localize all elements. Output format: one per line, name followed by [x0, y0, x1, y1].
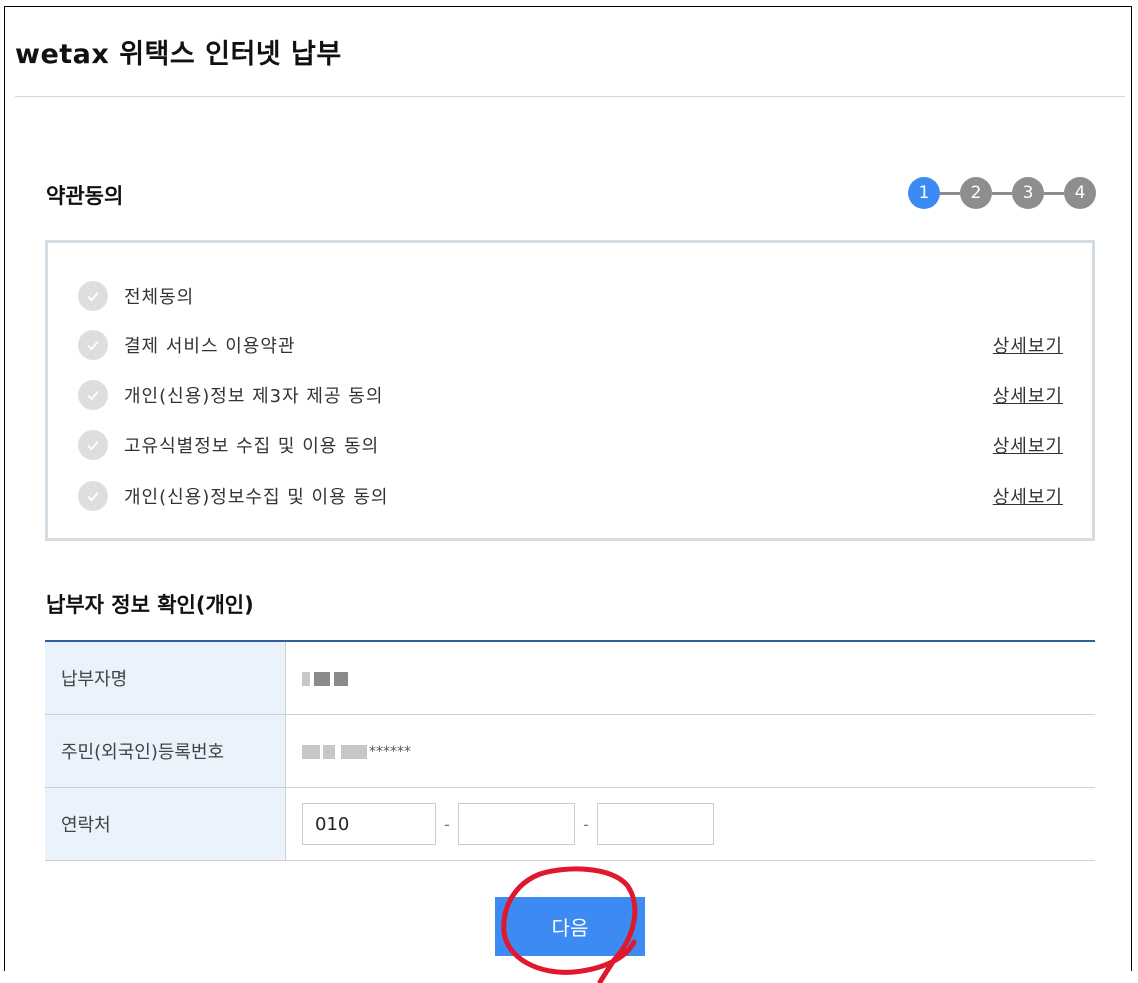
- term-row-unique-id[interactable]: 고유식별정보 수집 및 이용 동의 상세보기: [78, 430, 1063, 460]
- step-connector: [1044, 191, 1064, 195]
- term-label: 전체동의: [124, 287, 195, 308]
- table-row: 연락처 - -: [45, 787, 1095, 861]
- masked-text: [302, 671, 310, 686]
- masked-text: [341, 744, 367, 759]
- title-divider: [15, 96, 1125, 97]
- phone-separator: -: [583, 814, 589, 834]
- masked-text: [302, 744, 320, 759]
- table-row: 납부자명: [45, 641, 1095, 715]
- check-circle-icon[interactable]: [78, 430, 108, 460]
- check-circle-icon[interactable]: [78, 481, 108, 511]
- check-circle-icon[interactable]: [78, 281, 108, 311]
- step-4: 4: [1064, 177, 1096, 209]
- view-details-link[interactable]: 상세보기: [993, 432, 1063, 458]
- check-circle-icon[interactable]: [78, 380, 108, 410]
- payer-info-table: 납부자명 주민(외국인)등록번호 ****** 연락처 - -: [45, 640, 1095, 861]
- phone-fields: - -: [302, 803, 1095, 845]
- term-label: 결제 서비스 이용약관: [124, 336, 296, 357]
- masked-text: [323, 744, 335, 759]
- phone-value: - -: [285, 787, 1095, 861]
- phone-part3-input[interactable]: [597, 803, 714, 845]
- reg-number-label: 주민(외국인)등록번호: [45, 714, 286, 788]
- view-details-link[interactable]: 상세보기: [993, 332, 1063, 358]
- step-1: 1: [908, 177, 940, 209]
- check-circle-icon[interactable]: [78, 330, 108, 360]
- term-row-third-party[interactable]: 개인(신용)정보 제3자 제공 동의 상세보기: [78, 380, 1063, 410]
- page-title: wetax 위택스 인터넷 납부: [15, 39, 342, 70]
- phone-part2-input[interactable]: [458, 803, 575, 845]
- term-row-personal-info[interactable]: 개인(신용)정보수집 및 이용 동의 상세보기: [78, 481, 1063, 511]
- term-label: 고유식별정보 수집 및 이용 동의: [124, 436, 380, 457]
- step-3: 3: [1012, 177, 1044, 209]
- term-row-payment-service[interactable]: 결제 서비스 이용약관 상세보기: [78, 330, 1063, 360]
- step-connector: [940, 191, 960, 195]
- view-details-link[interactable]: 상세보기: [993, 382, 1063, 408]
- step-connector: [992, 191, 1012, 195]
- phone-label: 연락처: [45, 787, 286, 861]
- table-row: 주민(외국인)등록번호 ******: [45, 714, 1095, 788]
- payer-name-value: [285, 641, 1095, 715]
- view-details-link[interactable]: 상세보기: [993, 483, 1063, 509]
- term-label: 개인(신용)정보 제3자 제공 동의: [124, 386, 384, 407]
- terms-section-title: 약관동의: [46, 184, 124, 208]
- term-label: 개인(신용)정보수집 및 이용 동의: [124, 487, 389, 508]
- term-row-agree-all[interactable]: 전체동의: [78, 281, 1063, 311]
- terms-agreement-box: 전체동의 결제 서비스 이용약관 상세보기 개인(신용)정보 제3자 제공 동의…: [45, 240, 1095, 541]
- payer-name-label: 납부자명: [45, 641, 286, 715]
- masked-suffix: ******: [369, 743, 411, 760]
- phone-part1-input[interactable]: [302, 803, 436, 845]
- next-button[interactable]: 다음: [495, 897, 645, 956]
- payer-section-title: 납부자 정보 확인(개인): [46, 593, 254, 617]
- step-2: 2: [960, 177, 992, 209]
- step-indicator: 1 2 3 4: [908, 177, 1096, 209]
- masked-text: [334, 671, 348, 686]
- phone-separator: -: [444, 814, 450, 834]
- masked-text: [314, 671, 330, 686]
- reg-number-value: ******: [285, 714, 1095, 788]
